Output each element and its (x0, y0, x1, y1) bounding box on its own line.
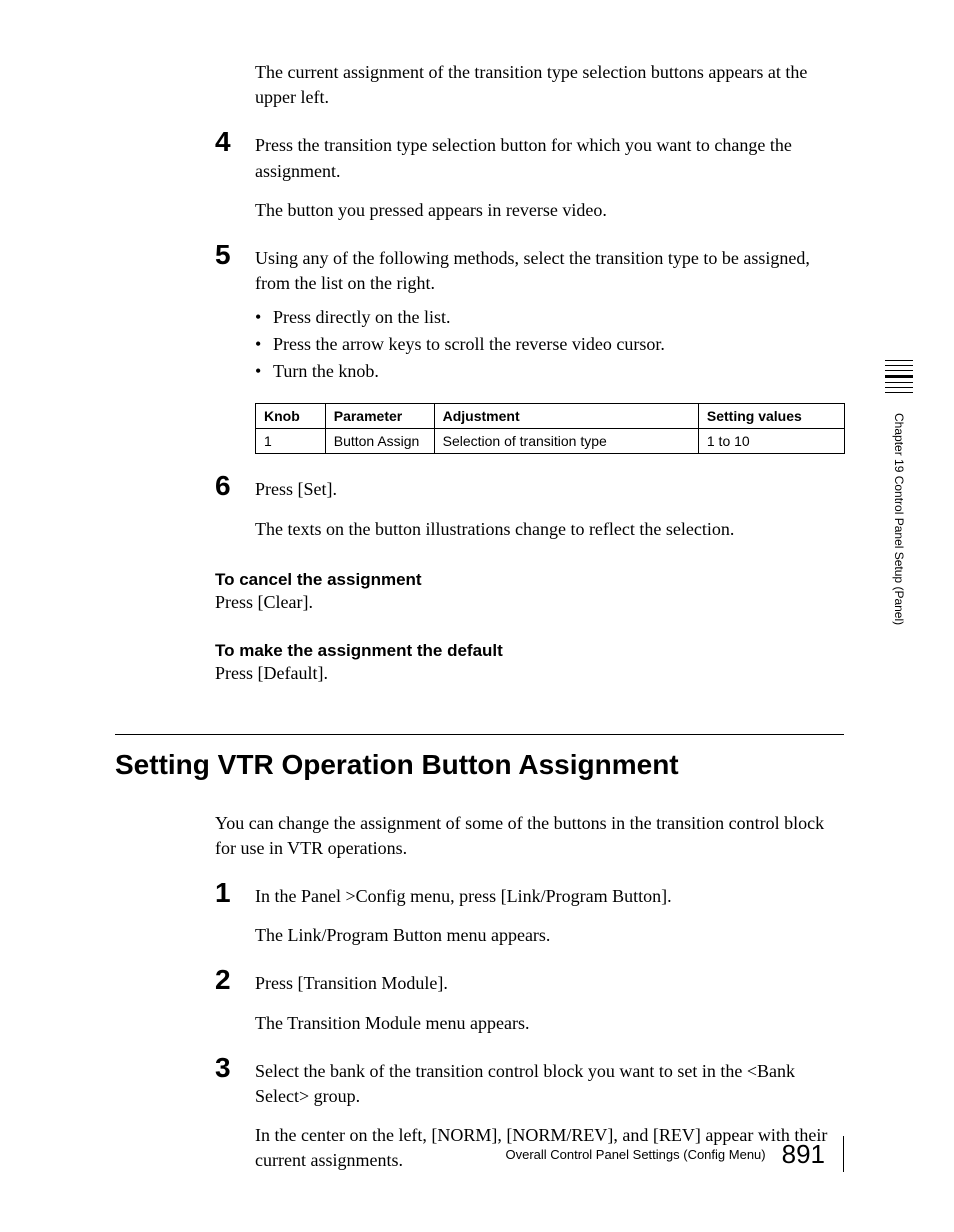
step-number-1: 1 (215, 879, 255, 909)
footer-section-label: Overall Control Panel Settings (Config M… (505, 1147, 765, 1162)
table-cell: Button Assign (325, 429, 434, 454)
bullet-text: Turn the knob. (273, 358, 379, 385)
vstep-1-follow: The Link/Program Button menu appears. (255, 923, 844, 948)
intro-paragraph: The current assignment of the transition… (255, 60, 844, 110)
thumb-index-icon (892, 360, 906, 393)
table-header: Knob (256, 404, 326, 429)
step-number-2: 2 (215, 966, 255, 996)
table-cell: Selection of transition type (434, 429, 698, 454)
bullet-text: Press directly on the list. (273, 304, 450, 331)
step-5-text: Using any of the following methods, sele… (255, 241, 844, 296)
step-number-6: 6 (215, 472, 255, 502)
step-6-follow: The texts on the button illustrations ch… (255, 517, 844, 542)
table-header-row: Knob Parameter Adjustment Setting values (256, 404, 845, 429)
vstep-1-text: In the Panel >Config menu, press [Link/P… (255, 879, 672, 909)
table-cell: 1 (256, 429, 326, 454)
parameter-table: Knob Parameter Adjustment Setting values… (255, 403, 845, 454)
table-header: Parameter (325, 404, 434, 429)
bullet-icon: • (255, 331, 273, 358)
page-number: 891 (782, 1139, 825, 1170)
step-6-text: Press [Set]. (255, 472, 337, 502)
vstep-2-text: Press [Transition Module]. (255, 966, 448, 996)
step-number-3: 3 (215, 1054, 255, 1109)
step-4-text: Press the transition type selection butt… (255, 128, 844, 183)
page-footer: Overall Control Panel Settings (Config M… (505, 1136, 844, 1172)
step-4-follow: The button you pressed appears in revers… (255, 198, 844, 223)
bullet-text: Press the arrow keys to scroll the rever… (273, 331, 665, 358)
step-number-5: 5 (215, 241, 255, 296)
bullet-icon: • (255, 358, 273, 385)
bullet-icon: • (255, 304, 273, 331)
cancel-text: Press [Clear]. (215, 592, 844, 613)
table-row: 1 Button Assign Selection of transition … (256, 429, 845, 454)
side-tab: Chapter 19 Control Panel Setup (Panel) (892, 360, 906, 625)
table-header: Setting values (698, 404, 844, 429)
vstep-2-follow: The Transition Module menu appears. (255, 1011, 844, 1036)
cancel-heading: To cancel the assignment (215, 570, 844, 590)
default-text: Press [Default]. (215, 663, 844, 684)
step-5-bullets: •Press directly on the list. •Press the … (255, 304, 844, 385)
default-heading: To make the assignment the default (215, 641, 844, 661)
table-cell: 1 to 10 (698, 429, 844, 454)
side-chapter-label: Chapter 19 Control Panel Setup (Panel) (892, 413, 906, 625)
table-header: Adjustment (434, 404, 698, 429)
section-intro: You can change the assignment of some of… (215, 811, 844, 861)
step-number-4: 4 (215, 128, 255, 183)
section-heading: Setting VTR Operation Button Assignment (115, 734, 844, 781)
vstep-3-text: Select the bank of the transition contro… (255, 1054, 844, 1109)
